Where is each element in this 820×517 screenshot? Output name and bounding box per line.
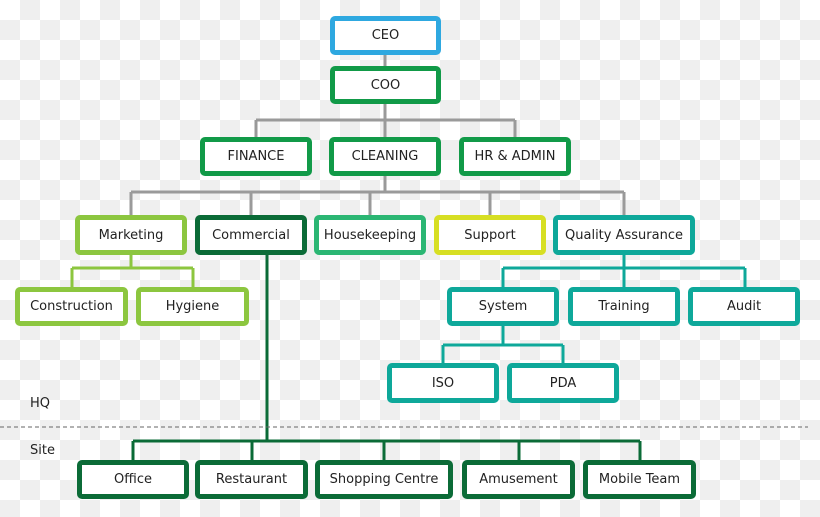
node-office: Office <box>77 460 189 499</box>
node-cleaning: CLEANING <box>329 137 441 176</box>
node-mobile-team: Mobile Team <box>583 460 696 499</box>
node-coo: COO <box>330 66 441 104</box>
node-pda: PDA <box>507 363 619 403</box>
site-label: Site <box>30 443 55 458</box>
marketing-connectors <box>70 255 195 287</box>
node-quality-assurance: Quality Assurance <box>553 215 695 255</box>
node-hr-admin: HR & ADMIN <box>459 137 571 176</box>
node-construction: Construction <box>15 287 128 326</box>
node-finance: FINANCE <box>200 137 312 176</box>
hq-label: HQ <box>30 396 51 411</box>
node-hygiene: Hygiene <box>136 287 249 326</box>
node-audit: Audit <box>688 287 800 326</box>
node-commercial: Commercial <box>195 215 307 255</box>
node-shopping-centre: Shopping Centre <box>315 460 453 499</box>
node-amusement: Amusement <box>462 460 575 499</box>
node-iso: ISO <box>387 363 499 403</box>
node-system: System <box>447 287 559 326</box>
node-marketing: Marketing <box>75 215 187 255</box>
node-support: Support <box>434 215 546 255</box>
node-ceo: CEO <box>330 16 441 55</box>
node-housekeeping: Housekeeping <box>314 215 426 255</box>
node-training: Training <box>568 287 680 326</box>
node-restaurant: Restaurant <box>195 460 308 499</box>
